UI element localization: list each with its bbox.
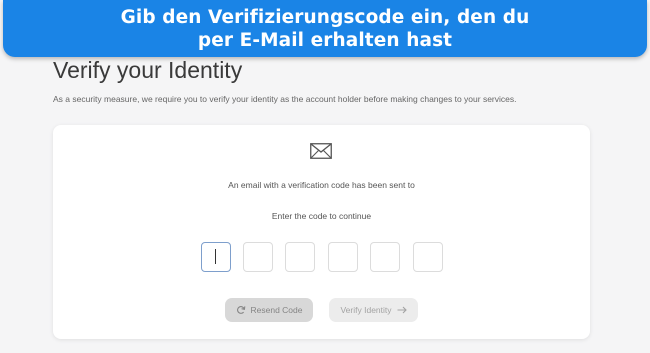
- verify-identity-button[interactable]: Verify Identity: [329, 298, 418, 322]
- arrow-right-icon: [397, 306, 407, 314]
- code-digit-5[interactable]: [370, 242, 400, 272]
- code-digit-6[interactable]: [413, 242, 443, 272]
- banner-line-1: Gib den Verifizierungscode ein, den du: [120, 6, 530, 28]
- refresh-icon: [236, 305, 246, 315]
- code-digit-3[interactable]: [285, 242, 315, 272]
- code-digit-1[interactable]: [201, 242, 231, 272]
- resend-code-label: Resend Code: [250, 305, 303, 315]
- verify-identity-label: Verify Identity: [340, 305, 392, 315]
- page-description: As a security measure, we require you to…: [53, 94, 517, 104]
- code-digit-4[interactable]: [328, 242, 358, 272]
- annotation-banner: Gib den Verifizierungscode ein, den du p…: [3, 0, 647, 57]
- envelope-icon: [310, 143, 332, 159]
- code-digit-2[interactable]: [243, 242, 273, 272]
- enter-code-instruction: Enter the code to continue: [271, 211, 372, 221]
- resend-code-button[interactable]: Resend Code: [225, 298, 313, 322]
- verification-card: An email with a verification code has be…: [53, 125, 590, 339]
- page-title: Verify your Identity: [53, 57, 243, 83]
- text-caret: [215, 249, 216, 264]
- code-input-row: [201, 242, 501, 272]
- banner-line-2: per E-Mail erhalten hast: [197, 29, 453, 51]
- email-sent-message: An email with a verification code has be…: [228, 180, 415, 190]
